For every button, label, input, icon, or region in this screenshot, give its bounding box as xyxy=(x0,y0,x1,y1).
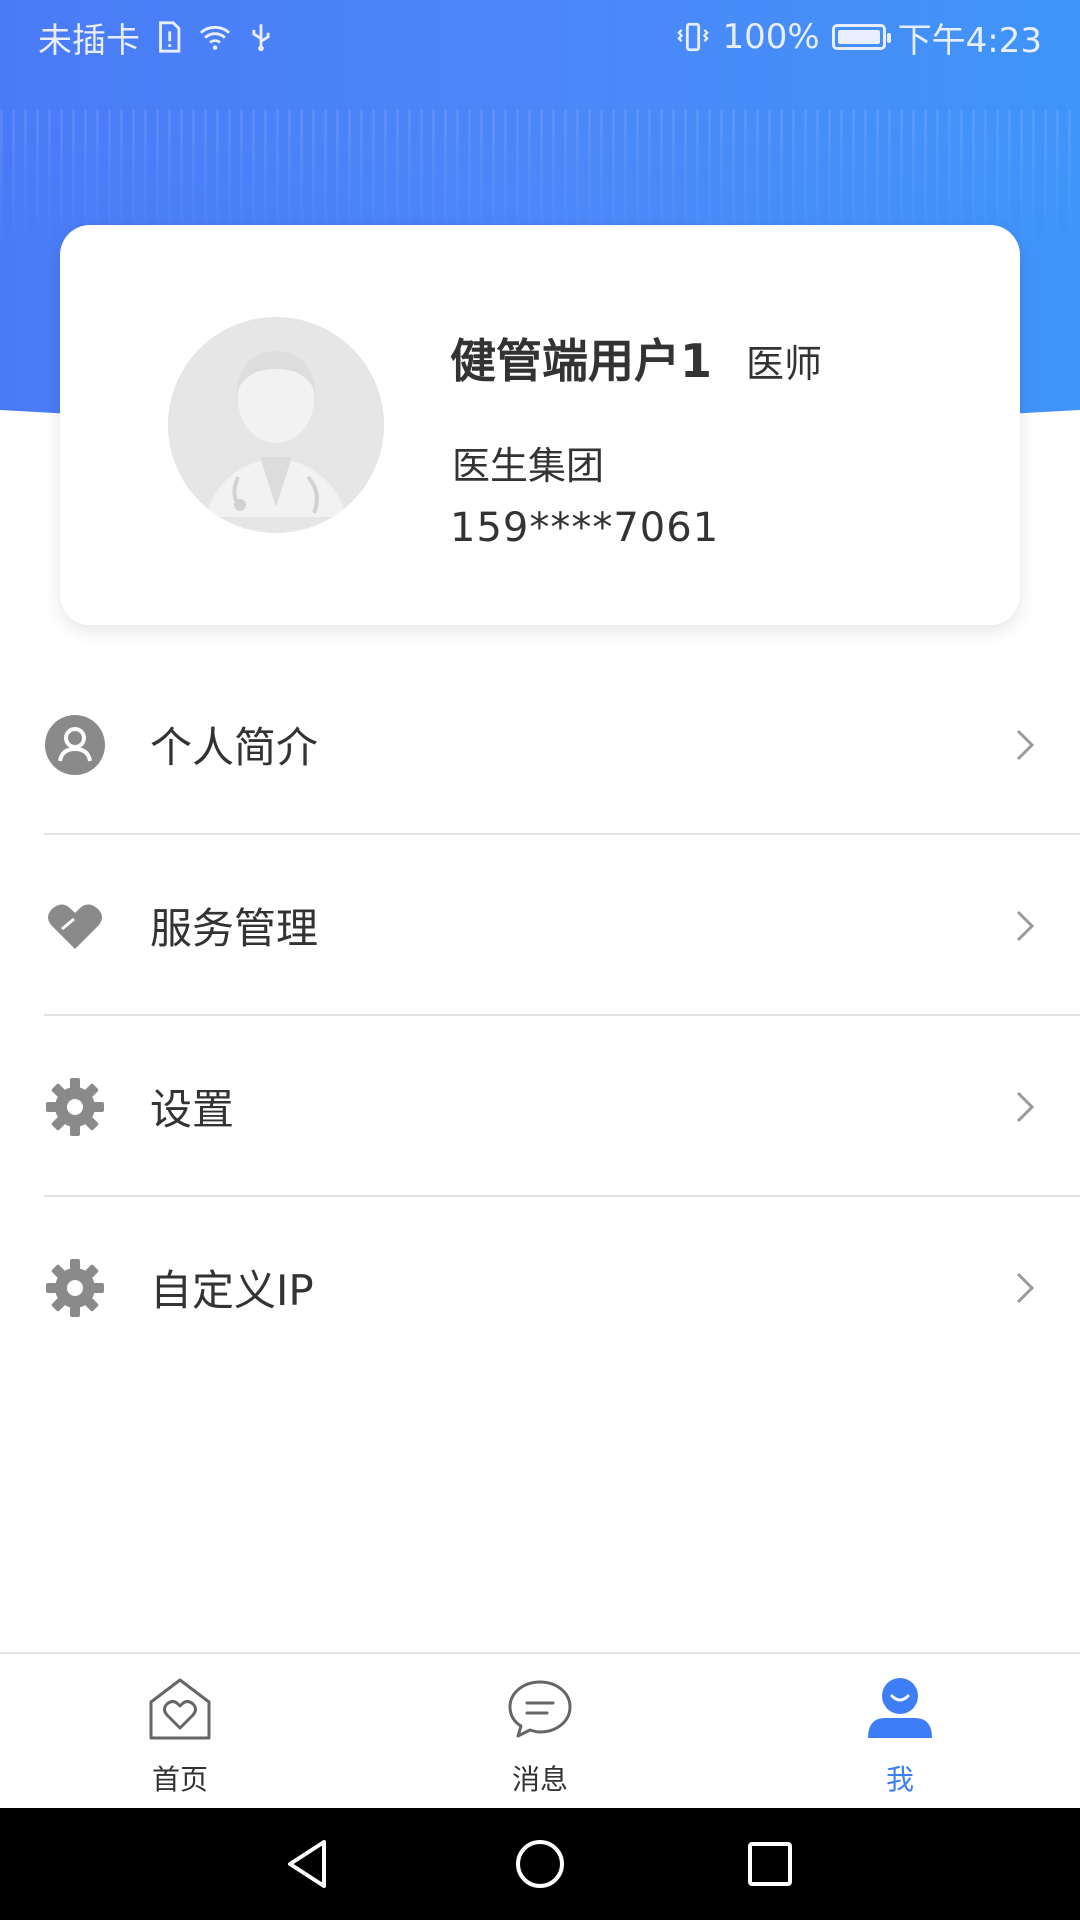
profile-screen: 未插卡 100% 下午4:23 健管端用户1 医师 医生集团 159****70… xyxy=(0,0,1080,1920)
menu-item-label: 自定义IP xyxy=(150,1266,314,1315)
avatar[interactable] xyxy=(168,317,384,533)
menu-item-label: 个人简介 xyxy=(150,723,319,772)
chevron-right-icon xyxy=(1016,1091,1035,1122)
chevron-right-icon xyxy=(1016,910,1035,941)
tab-me[interactable]: 我 xyxy=(800,1654,1000,1810)
user-organization: 医生集团 xyxy=(452,444,605,488)
status-bar: 未插卡 100% 下午4:23 xyxy=(0,0,1080,74)
chevron-right-icon xyxy=(1016,729,1035,760)
menu-item-settings[interactable]: 设置 xyxy=(0,1016,1080,1197)
status-left: 未插卡 xyxy=(38,13,278,62)
user-role: 医师 xyxy=(746,342,823,386)
battery-icon xyxy=(831,24,891,50)
tab-label: 我 xyxy=(885,1763,914,1796)
tab-label: 消息 xyxy=(511,1763,568,1796)
recents-square-icon[interactable] xyxy=(742,1836,798,1892)
chat-bubble-icon xyxy=(508,1680,572,1738)
tab-label: 首页 xyxy=(151,1763,208,1796)
status-right: 100% 下午4:23 xyxy=(676,13,1042,62)
user-name: 健管端用户1 xyxy=(450,334,713,388)
wifi-icon xyxy=(199,25,231,50)
menu-item-label: 设置 xyxy=(150,1085,235,1134)
tab-home[interactable]: 首页 xyxy=(80,1654,280,1810)
clock: 下午4:23 xyxy=(897,20,1042,61)
profile-card[interactable]: 健管端用户1 医师 医生集团 159****7061 xyxy=(60,225,1020,625)
user-profile-icon xyxy=(868,1678,932,1738)
back-triangle-icon[interactable] xyxy=(280,1836,336,1892)
person-icon xyxy=(45,714,105,775)
carrier-text: 未插卡 xyxy=(38,20,140,61)
doctor-avatar-icon xyxy=(168,317,384,533)
heart-icon xyxy=(48,904,102,949)
bottom-tab-bar: 首页 消息 我 xyxy=(0,1652,1080,1810)
settings-menu: 个人简介 服务管理 设置 自定义IP xyxy=(0,654,1080,1378)
user-phone: 159****7061 xyxy=(450,505,720,551)
battery-percent: 100% xyxy=(722,17,820,57)
vibrate-icon xyxy=(677,22,710,52)
menu-item-profile[interactable]: 个人简介 xyxy=(0,654,1080,835)
name-row: 健管端用户1 医师 xyxy=(450,325,822,391)
menu-item-custom-ip[interactable]: 自定义IP xyxy=(0,1197,1080,1378)
system-navigation-bar xyxy=(0,1808,1080,1920)
sim-alert-icon xyxy=(159,21,181,53)
menu-item-label: 服务管理 xyxy=(150,904,319,953)
menu-item-service-management[interactable]: 服务管理 xyxy=(0,835,1080,1016)
home-circle-icon[interactable] xyxy=(512,1836,568,1892)
tab-messages[interactable]: 消息 xyxy=(440,1654,640,1810)
chevron-right-icon xyxy=(1016,1272,1035,1303)
home-heart-icon xyxy=(149,1678,211,1740)
usb-icon xyxy=(252,24,270,52)
gear-icon xyxy=(46,1258,104,1317)
gear-icon xyxy=(46,1077,104,1136)
